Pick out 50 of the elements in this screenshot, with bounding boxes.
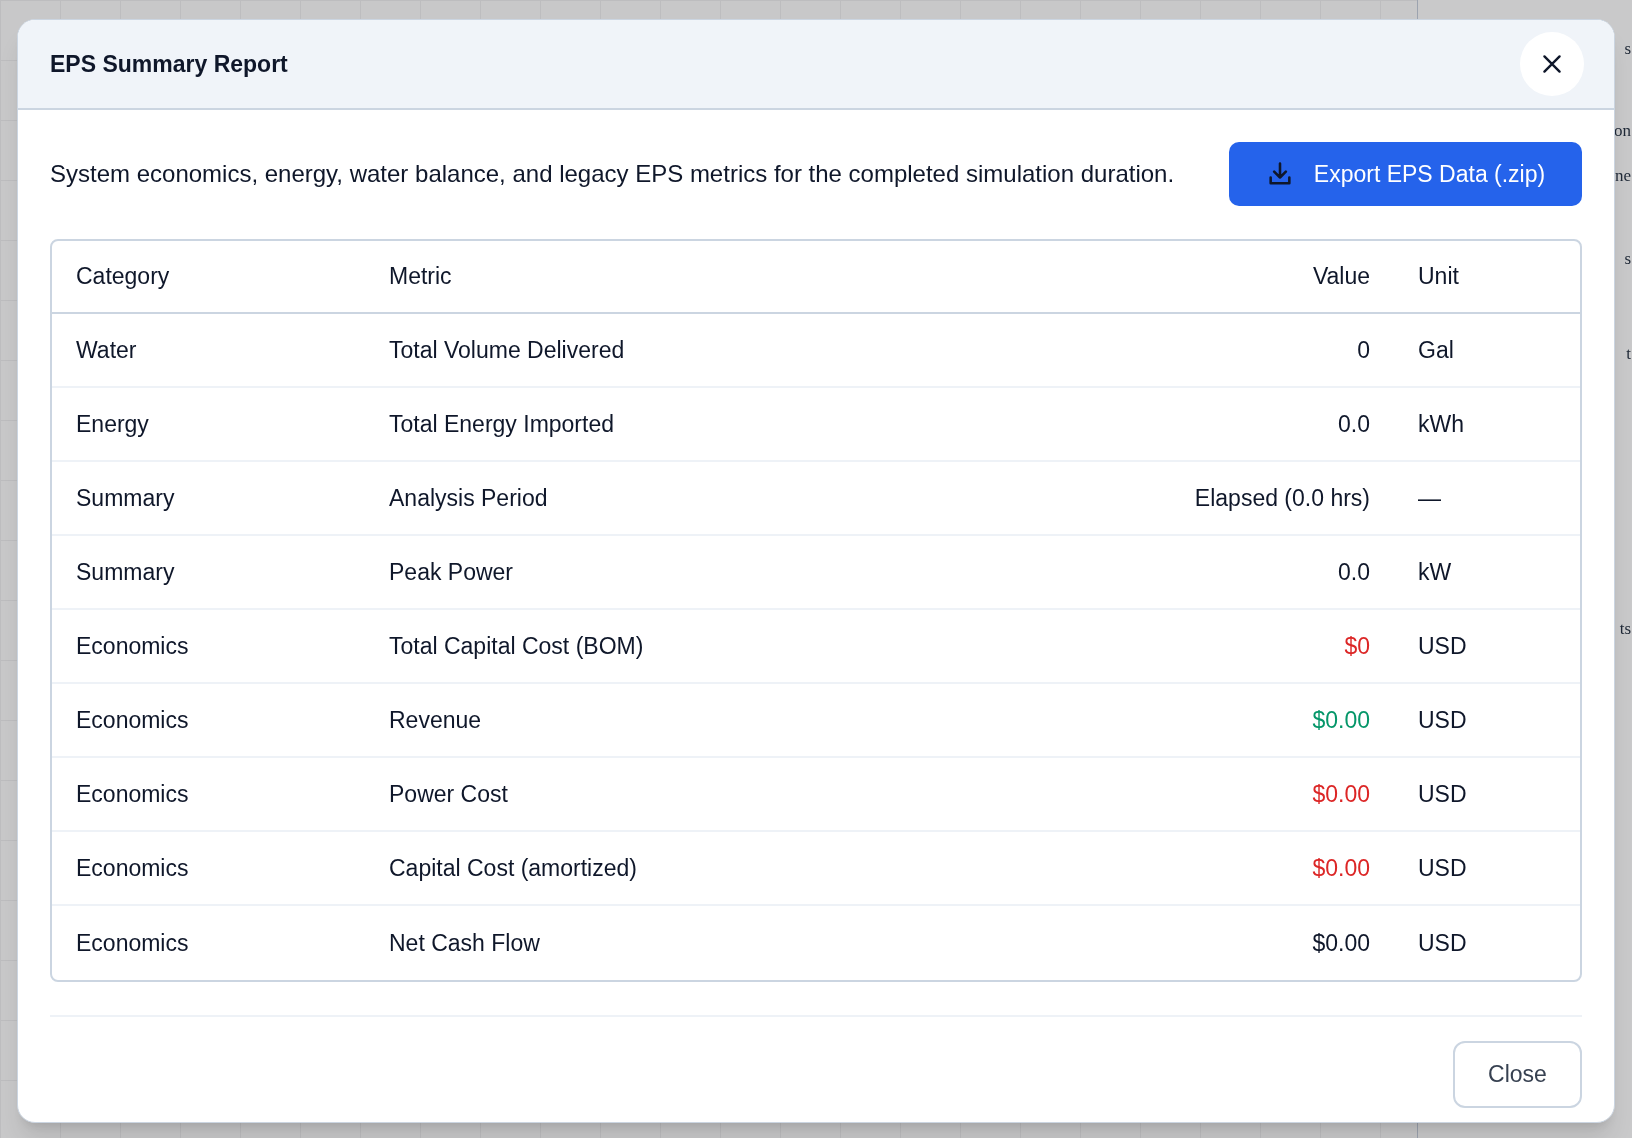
table-cell-text: Total Capital Cost (BOM) [389, 631, 645, 661]
table-cell-text: Analysis Period [389, 483, 549, 513]
table-cell-text: Economics [75, 779, 190, 809]
table-cell-text: Energy [75, 409, 150, 439]
table-cell-text: Revenue [389, 705, 483, 735]
table-cell-text: kWh [1417, 409, 1465, 439]
table-cell-text: $0.00 [1311, 705, 1370, 735]
background-text: s [1624, 40, 1631, 57]
column-header: Category [75, 262, 171, 292]
table-cell-text: USD [1417, 853, 1468, 883]
table-cell-text: Economics [75, 928, 190, 958]
table-cell-text: USD [1417, 705, 1468, 735]
table-cell-text: Economics [75, 853, 190, 883]
table-cell-text: Power Cost [389, 779, 509, 809]
background-text: t [1626, 345, 1631, 362]
table-cell-text: Capital Cost (amortized) [389, 853, 638, 883]
table-cell-text: $0.00 [1311, 779, 1370, 809]
table-cell-text: $0.00 [1311, 853, 1370, 883]
table-cell-text: Peak Power [389, 557, 514, 587]
table-cell-text: $0 [1343, 631, 1370, 661]
table-cell-text: Summary [75, 483, 176, 513]
table-cell-text: Summary [75, 557, 176, 587]
table-cell-text: USD [1417, 779, 1468, 809]
close-button[interactable]: Close [1453, 1041, 1582, 1108]
table-cell-text: Total Energy Imported [389, 409, 615, 439]
table-cell-text: $0.00 [1311, 928, 1370, 958]
dialog-title: EPS Summary Report [50, 49, 288, 79]
background-text: ts [1619, 620, 1631, 637]
table-cell-text: Economics [75, 705, 190, 735]
column-header: Metric [389, 262, 453, 292]
table-cell-text: Gal [1417, 335, 1455, 365]
table-cell-text: USD [1417, 631, 1468, 661]
background-text: on [1614, 122, 1631, 139]
background-text: ne [1614, 167, 1631, 184]
export-button[interactable]: Export EPS Data (.zip) [1229, 142, 1582, 206]
dialog-description: System economics, energy, water balance, and legacy EPS metrics for the completed simulation duration. [50, 159, 1175, 189]
table-cell-text: Economics [75, 631, 190, 661]
background-text: s [1624, 250, 1631, 267]
table-cell-text: 0.0 [1337, 557, 1370, 587]
table-cell-text: Elapsed (0.0 hrs) [1193, 483, 1370, 513]
column-header: Unit [1417, 262, 1460, 292]
table-cell-text: Total Volume Delivered [389, 335, 626, 365]
table-cell-text: 0.0 [1337, 409, 1370, 439]
table-cell-text: — [1417, 483, 1442, 513]
table-cell-text: Net Cash Flow [389, 928, 541, 958]
table-cell-text: kW [1417, 557, 1453, 587]
table-cell-text: Water [75, 335, 138, 365]
table-cell-text: USD [1417, 928, 1468, 958]
table-cell-text: 0 [1356, 335, 1370, 365]
column-header: Value [1311, 262, 1370, 292]
